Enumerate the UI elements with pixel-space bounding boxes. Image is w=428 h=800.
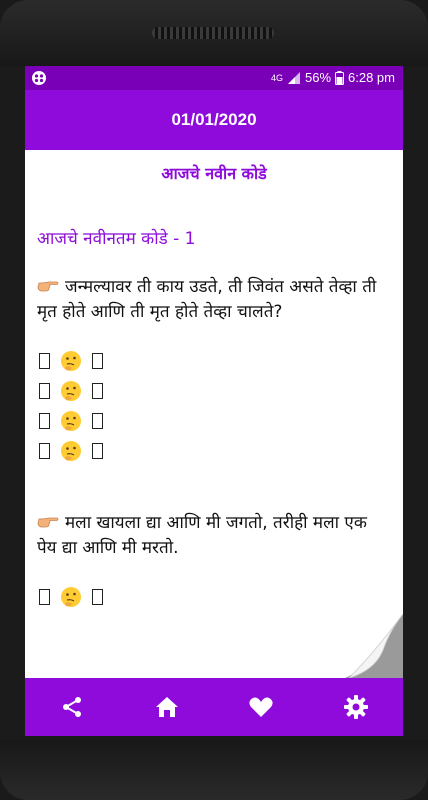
pointing-hand-icon — [37, 277, 59, 293]
thinking-face-icon — [61, 587, 81, 607]
signal-icon — [287, 71, 300, 84]
emoji-line — [37, 583, 391, 613]
missing-glyph-icon — [92, 413, 103, 429]
battery-percent: 56% — [304, 70, 332, 85]
home-button[interactable] — [145, 685, 189, 729]
app-bar: 01/01/2020 — [25, 90, 403, 150]
thinking-face-icon — [61, 411, 81, 431]
emoji-group-2 — [37, 583, 391, 613]
emoji-group-1 — [37, 347, 391, 467]
page-heading: आजचे नवीन कोडे — [161, 164, 267, 183]
thinking-face-icon — [61, 351, 81, 371]
favorite-button[interactable] — [239, 685, 283, 729]
settings-button[interactable] — [334, 685, 378, 729]
missing-glyph-icon — [92, 589, 103, 605]
phone-bottom-bezel — [0, 740, 428, 800]
app-bar-title: 01/01/2020 — [171, 110, 257, 129]
missing-glyph-icon — [92, 353, 103, 369]
missing-glyph-icon — [39, 353, 50, 369]
share-button[interactable] — [50, 685, 94, 729]
thinking-face-icon — [61, 381, 81, 401]
missing-glyph-icon — [39, 443, 50, 459]
riddle-2-text: मला खायला द्या आणि मी जगतो, तरीही मला एक… — [37, 513, 367, 558]
missing-glyph-icon — [39, 413, 50, 429]
heart-icon — [249, 697, 273, 717]
speaker-grille — [152, 27, 274, 39]
share-icon — [63, 697, 82, 717]
missing-glyph-icon — [39, 589, 50, 605]
page-curl[interactable] — [345, 614, 403, 678]
gear-icon — [343, 695, 368, 719]
network-type: 4G — [270, 72, 283, 83]
riddle-2: मला खायला द्या आणि मी जगतो, तरीही मला एक… — [37, 511, 391, 561]
emoji-line — [37, 407, 391, 437]
missing-glyph-icon — [92, 443, 103, 459]
missing-glyph-icon — [39, 383, 50, 399]
riddle-subheading: आजचे नवीनतम कोडे - 1 — [37, 229, 196, 249]
app-notification-icon — [32, 71, 46, 85]
emoji-line — [37, 437, 391, 467]
emoji-line — [37, 347, 391, 377]
thinking-face-icon — [61, 441, 81, 461]
bottom-nav — [25, 678, 403, 736]
screen: 4G 56% 6:28 pm 01/01/2020 आजचे नवीन कोडे… — [25, 66, 403, 736]
pointing-hand-icon — [37, 513, 59, 529]
status-bar: 4G 56% 6:28 pm — [25, 66, 403, 90]
content-area: आजचे नवीन कोडे आजचे नवीनतम कोडे - 1 जन्म… — [25, 150, 403, 678]
riddle-1-text: जन्मल्यावर ती काय उडते, ती जिवंत असते ते… — [37, 277, 377, 322]
home-icon — [155, 697, 178, 717]
battery-icon — [335, 70, 345, 85]
riddle-1: जन्मल्यावर ती काय उडते, ती जिवंत असते ते… — [37, 275, 391, 325]
phone-top-bezel — [0, 0, 428, 66]
phone-frame: 4G 56% 6:28 pm 01/01/2020 आजचे नवीन कोडे… — [0, 0, 428, 800]
emoji-line — [37, 377, 391, 407]
clock: 6:28 pm — [348, 70, 395, 85]
missing-glyph-icon — [92, 383, 103, 399]
